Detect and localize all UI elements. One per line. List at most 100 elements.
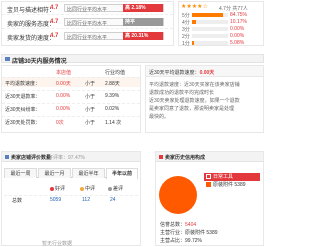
refund-desc-line: 是卖家同意了退款，那说明卖家是处理 <box>149 106 235 112</box>
rating-level-fill <box>192 41 194 45</box>
totals-label: 总数 <box>12 198 23 204</box>
stat-value: 0.00天 <box>56 81 71 87</box>
stat-value: 0次 <box>56 120 64 126</box>
legend-item[interactable]: 日常工具 <box>204 173 260 181</box>
rating-distribution-panel: ★★★★☆ 4.7分 共77人 5分 84.75% 4分 10.17% 3分 0.00% 2… <box>178 1 264 47</box>
dsr-row-service: 卖家的服务态度： 4.7 比同行业平均水平 持平 <box>2 16 173 29</box>
service-section-title: 店铺30天内服务情况 <box>12 59 67 65</box>
rating-row: 3分 0.00% <box>182 26 262 33</box>
tab-last-half-year[interactable]: 最近半年 <box>72 168 105 178</box>
stat-label: 平均退款速度： <box>5 81 41 87</box>
positive-rate: 好评率：97.47% <box>48 155 85 161</box>
refund-desc-line: 近30天卖家处理退款速度，如果一个退款 <box>149 98 240 104</box>
rating-level-fill <box>192 13 223 17</box>
dsr-compare-bar: 比同行业平均水平 高 20.31% <box>64 32 164 41</box>
dsr-percent: 高 20.31% <box>123 32 163 40</box>
bad-count[interactable]: 24 <box>110 197 116 203</box>
credit-pie-chart <box>159 176 197 214</box>
refund-speed-title: 近30天平均退款速度：0.00天 <box>149 70 215 76</box>
dsr-percent: 高 2.18% <box>123 4 163 12</box>
credit-history-panel: 卖家历史信用构成 日常工具 原装附件 5389 信誉总数：5404 主营行业：原… <box>155 151 264 246</box>
own-value-header: 本店值 <box>56 70 72 76</box>
industry-avg-header: 行业均值 <box>105 70 126 76</box>
evaluation-panel: 卖家店铺评价数量 好评率：97.47% 最近一周 最近一月 最近半年 半年以前 … <box>1 151 141 247</box>
rating-row: 4分 10.17% <box>182 19 262 26</box>
rating-level-label: 1分 <box>182 41 190 47</box>
stat-compare: 小于 <box>85 107 96 113</box>
stat-industry: 2.88天 <box>105 81 120 87</box>
legend-swatch <box>206 174 211 179</box>
credit-history-title: 卖家历史信用构成 <box>165 155 206 161</box>
pie-chart-icon <box>159 155 163 159</box>
dsr-row-shipping: 卖家发货的速度： 4.7 比同行业平均水平 高 20.31% <box>2 30 173 43</box>
rating-level-percent: 5.08% <box>230 40 245 46</box>
stat-industry: 0.02% <box>105 106 120 112</box>
rating-row: 2分 0.00% <box>182 33 262 40</box>
tab-last-week[interactable]: 最近一周 <box>4 168 37 178</box>
rating-level-percent: 0.00% <box>230 33 245 39</box>
chart-icon <box>5 155 9 159</box>
evaluation-tabs: 最近一周 最近一月 最近半年 半年以前 <box>4 168 138 179</box>
evaluation-title: 卖家店铺评价数量 <box>11 155 52 161</box>
stat-industry: 1.14 次 <box>105 120 122 126</box>
stat-row[interactable]: 近30天纠纷率： 0.00% 小于 0.02% <box>2 103 140 113</box>
stat-value: 0.00% <box>56 93 71 99</box>
mid-count[interactable]: 112 <box>82 197 90 203</box>
rating-level-label: 4分 <box>182 20 190 26</box>
good-count[interactable]: 5059 <box>50 197 61 203</box>
credit-history-header: 卖家历史信用构成 <box>156 152 263 162</box>
refund-desc-line: 退款成功的退款平均完成时长 <box>149 90 215 96</box>
up-arrow-icon: 高 <box>125 33 131 39</box>
tab-before-half-year[interactable]: 半年以前 <box>106 168 138 179</box>
refund-desc-line: 最快的。 <box>149 114 170 120</box>
rating-level-percent: 84.75% <box>230 12 247 18</box>
service-section-header: 店铺30天内服务情况 <box>1 54 264 65</box>
refund-speed-value: 0.00天 <box>199 70 215 76</box>
dsr-compare-bar: 比同行业平均水平 持平 <box>64 18 164 27</box>
col-bad: 差评 <box>108 185 123 192</box>
dsr-score: 4.7 <box>50 5 59 11</box>
legend-swatch <box>206 182 211 187</box>
rating-level-percent: 0.00% <box>230 26 245 32</box>
rating-level-bar <box>192 34 228 38</box>
rating-level-bar <box>192 13 228 17</box>
rating-level-percent: 10.17% <box>230 19 247 25</box>
stat-compare: 小于 <box>85 94 96 100</box>
bad-review-icon <box>108 186 112 191</box>
dsr-label: 卖家发货的速度： <box>7 36 56 42</box>
rating-row: 5分 84.75% <box>182 12 262 19</box>
tab-last-month[interactable]: 最近一月 <box>38 168 71 178</box>
dsr-score: 4.7 <box>50 19 59 25</box>
evaluation-columns: 好评 中评 差评 <box>4 184 138 194</box>
dsr-compare-text: 比同行业平均水平 <box>67 35 108 41</box>
dsr-percent: 持平 <box>123 18 163 26</box>
main-industry-line: 主营行业：原装附件 5389 <box>160 230 218 236</box>
stat-row[interactable]: 近30天退款率： 0.00% 小于 9.39% <box>2 90 140 100</box>
refund-desc-line: 平均退款速度：近30天买家在该卖家店铺 <box>149 82 240 88</box>
evaluation-header: 卖家店铺评价数量 好评率：97.47% <box>2 152 140 162</box>
stat-label: 近30天处罚数： <box>5 120 41 126</box>
dsr-label: 宝贝与描述相符： <box>7 8 56 14</box>
dsr-compare-text: 比同行业平均水平 <box>67 7 108 13</box>
dsr-row-description: 宝贝与描述相符： 4.7 比同行业平均水平 高 2.18% <box>2 2 173 15</box>
rating-level-bar <box>192 20 228 24</box>
legend-item[interactable]: 原装附件 5389 <box>204 181 260 189</box>
stat-label: 近30天纠纷率： <box>5 107 41 113</box>
rating-header: ★★★★☆ 4.7分 共77人 <box>181 4 263 12</box>
star-rating-icon: ★★★★☆ <box>181 4 208 10</box>
main-share-line: 主营占比：99.72% <box>160 238 202 244</box>
rating-level-bar <box>192 41 228 45</box>
dsr-compare-text: 比同行业平均水平 <box>67 21 108 27</box>
refund-speed-panel: 近30天平均退款速度：0.00天 平均退款速度：近30天买家在该卖家店铺 退款成… <box>145 65 264 133</box>
stat-label: 近30天退款率： <box>5 94 41 100</box>
dsr-score: 4.7 <box>50 33 59 39</box>
neutral-review-icon <box>80 186 84 191</box>
credit-legend: 日常工具 原装附件 5389 <box>204 173 260 189</box>
stat-compare: 小于 <box>85 81 96 87</box>
dsr-label: 卖家的服务态度： <box>7 22 56 28</box>
stat-row[interactable]: 平均退款速度： 0.00天 小于 2.88天 <box>2 77 140 87</box>
rating-level-bar <box>192 27 228 31</box>
service-stats-table: 本店值 行业均值 平均退款速度： 0.00天 小于 2.88天 近30天退款率：… <box>1 65 141 133</box>
stat-row[interactable]: 近30天处罚数： 0次 小于 1.14 次 <box>2 116 140 126</box>
rating-level-label: 5分 <box>182 13 190 19</box>
